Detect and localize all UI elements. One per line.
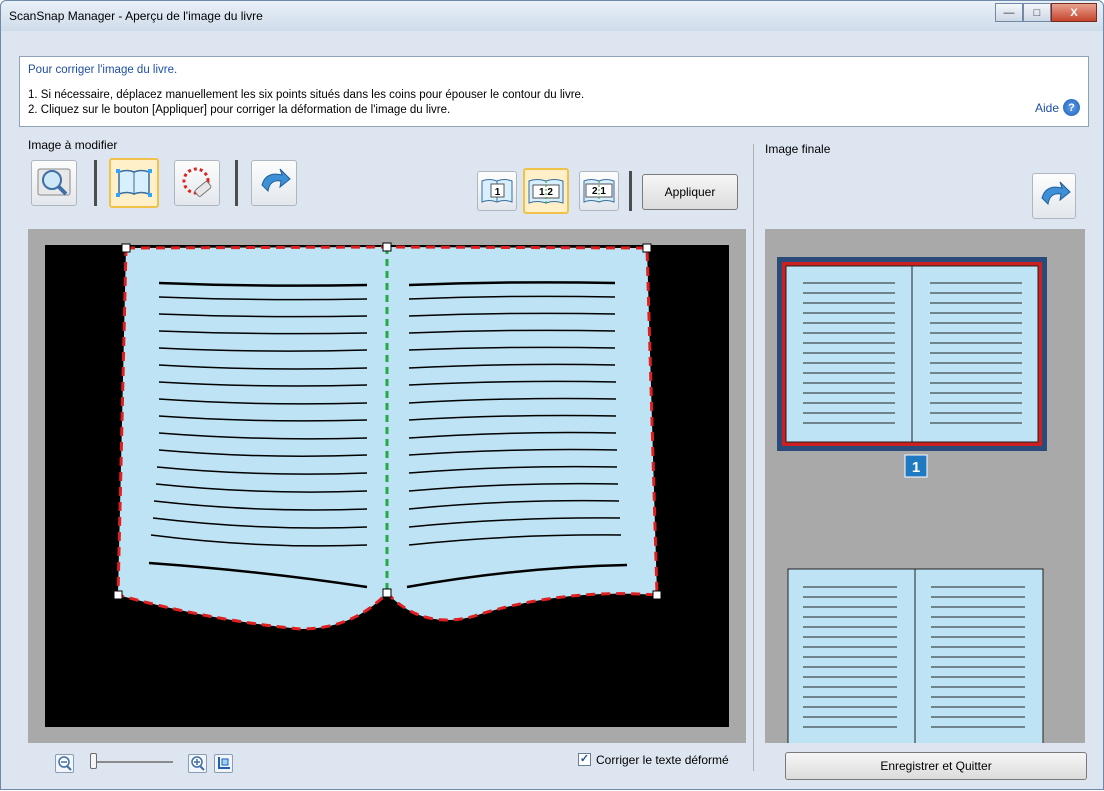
zoom-in-icon	[191, 756, 205, 771]
zoom-slider-track[interactable]	[91, 761, 173, 763]
page-thumbnails: 1	[777, 257, 1047, 743]
window: ScanSnap Manager - Aperçu de l'image du …	[0, 0, 1104, 790]
corner-handle[interactable]	[113, 590, 123, 600]
zoom-out-icon	[58, 756, 72, 771]
corner-handle[interactable]	[642, 243, 652, 253]
corner-handle[interactable]	[121, 243, 131, 253]
fit-to-window-button[interactable]	[214, 754, 233, 773]
corner-handle[interactable]	[652, 590, 662, 600]
correct-text-label: Corriger le texte déformé	[596, 753, 729, 767]
corner-handle[interactable]	[382, 242, 392, 252]
page-number: 1	[912, 459, 920, 476]
zoom-slider-thumb[interactable]	[90, 753, 97, 769]
save-and-quit-button[interactable]: Enregistrer et Quitter	[785, 752, 1087, 780]
fit-icon	[218, 757, 230, 769]
correct-text-checkbox[interactable]: ✓	[578, 753, 591, 766]
zoom-out-button[interactable]	[55, 754, 74, 773]
final-image-preview[interactable]: 1	[765, 229, 1085, 743]
zoom-in-button[interactable]	[188, 754, 207, 773]
corner-handle[interactable]	[382, 588, 392, 598]
